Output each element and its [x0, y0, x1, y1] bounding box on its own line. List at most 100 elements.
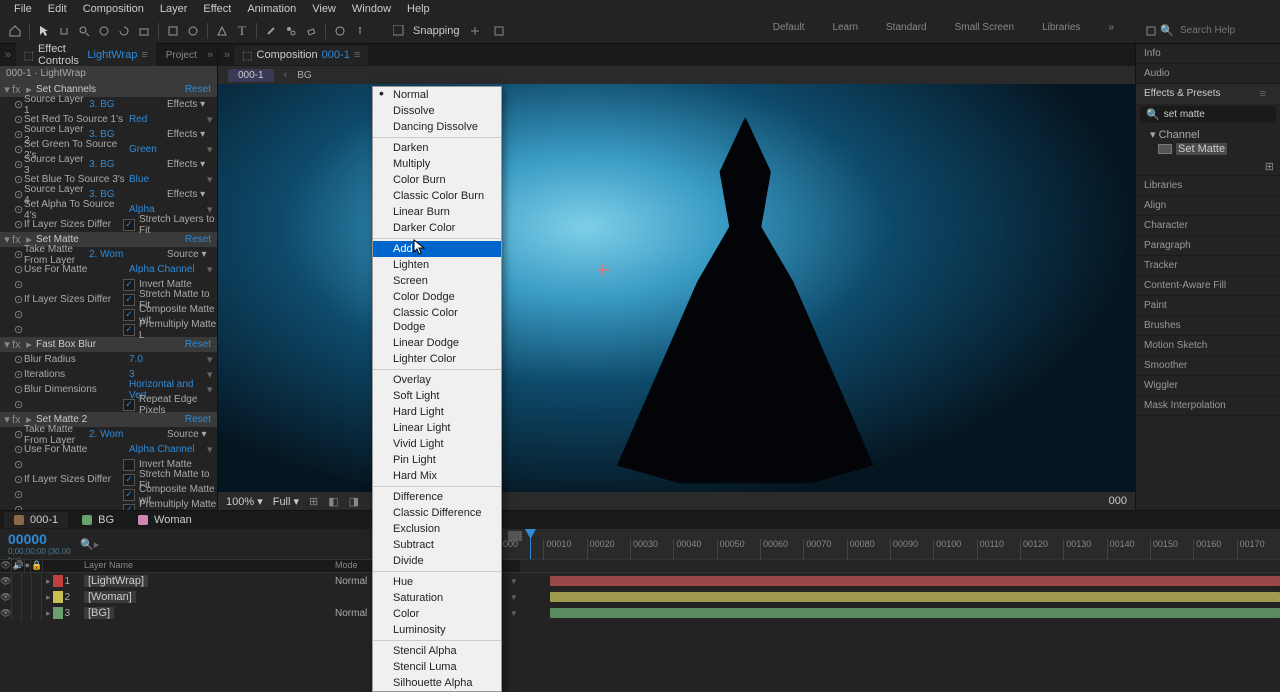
- panel-overflow-icon[interactable]: »: [2, 49, 14, 61]
- anchor-point-icon[interactable]: [597, 264, 609, 276]
- panel-paragraph[interactable]: Paragraph: [1136, 236, 1280, 255]
- stopwatch-icon[interactable]: ⊙: [14, 158, 24, 171]
- reset-link[interactable]: Reset: [185, 84, 217, 95]
- prop-value[interactable]: Blue: [129, 174, 207, 185]
- dropdown-icon[interactable]: ▾: [207, 263, 217, 276]
- checkbox[interactable]: [123, 459, 135, 471]
- layer-color-swatch[interactable]: [53, 591, 63, 603]
- blend-dissolve[interactable]: Dissolve: [373, 103, 501, 119]
- blend-exclusion[interactable]: Exclusion: [373, 521, 501, 537]
- pen-tool-icon[interactable]: [213, 22, 231, 40]
- prop-dd[interactable]: Effects ▾: [167, 99, 217, 110]
- prop-value[interactable]: Alpha Channel: [129, 444, 207, 455]
- blend-linear-dodge[interactable]: Linear Dodge: [373, 335, 501, 351]
- blend-add[interactable]: Add: [373, 241, 501, 257]
- checkbox[interactable]: [123, 489, 135, 501]
- stopwatch-icon[interactable]: ⊙: [14, 398, 24, 411]
- layer-track[interactable]: [520, 575, 1280, 587]
- composition-viewer[interactable]: [218, 84, 1135, 492]
- layer-track[interactable]: [520, 607, 1280, 619]
- hand-tool-icon[interactable]: [55, 22, 73, 40]
- home-icon[interactable]: [6, 22, 24, 40]
- audio-toggle[interactable]: [12, 589, 22, 605]
- tab-menu-icon[interactable]: ≡: [141, 49, 147, 61]
- checkbox[interactable]: [123, 309, 135, 321]
- prop-dd[interactable]: Effects ▾: [167, 159, 217, 170]
- lock-toggle[interactable]: [32, 589, 42, 605]
- panel-paint[interactable]: Paint: [1136, 296, 1280, 315]
- panel-motion-sketch[interactable]: Motion Sketch: [1136, 336, 1280, 355]
- blend-darker-color[interactable]: Darker Color: [373, 220, 501, 236]
- search-help-input[interactable]: [1180, 25, 1270, 36]
- layer-mode-dropdown[interactable]: Normal: [335, 608, 375, 619]
- blend-color[interactable]: Color: [373, 606, 501, 622]
- col-mode[interactable]: Mode: [335, 560, 375, 572]
- stopwatch-icon[interactable]: ⊙: [14, 368, 24, 381]
- menu-file[interactable]: File: [6, 1, 40, 17]
- twirl-icon[interactable]: ▾: [2, 233, 12, 246]
- dropdown-icon[interactable]: ▾: [207, 353, 217, 366]
- stopwatch-icon[interactable]: ⊙: [14, 263, 24, 276]
- menu-animation[interactable]: Animation: [239, 1, 304, 17]
- audio-toggle[interactable]: [12, 573, 22, 589]
- ep-fav-icon[interactable]: ⊞: [1265, 160, 1274, 173]
- panel-smoother[interactable]: Smoother: [1136, 356, 1280, 375]
- viewer-icon-3[interactable]: ◨: [349, 495, 359, 508]
- blend-normal[interactable]: Normal: [373, 87, 501, 103]
- checkbox[interactable]: [123, 504, 135, 511]
- blend-linear-burn[interactable]: Linear Burn: [373, 204, 501, 220]
- resolution-dropdown[interactable]: Full ▾: [273, 495, 299, 508]
- blend-classic-difference[interactable]: Classic Difference: [373, 505, 501, 521]
- checkbox[interactable]: [123, 294, 135, 306]
- solo-toggle[interactable]: [22, 589, 32, 605]
- project-tab[interactable]: Project: [158, 47, 205, 64]
- stopwatch-icon[interactable]: ⊙: [14, 218, 24, 231]
- stopwatch-icon[interactable]: ⊙: [14, 203, 24, 216]
- prop-dd[interactable]: Source ▾: [167, 429, 217, 440]
- blend-classic-color-burn[interactable]: Classic Color Burn: [373, 188, 501, 204]
- menu-composition[interactable]: Composition: [75, 1, 152, 17]
- snapping-checkbox[interactable]: [389, 22, 407, 40]
- twirl-icon[interactable]: ▾: [2, 83, 12, 96]
- layer-twirl-icon[interactable]: ▸: [46, 576, 51, 587]
- fx-enable-icon[interactable]: fx: [12, 414, 24, 426]
- blend-multiply[interactable]: Multiply: [373, 156, 501, 172]
- tl-search-icon[interactable]: 🔍▸: [80, 538, 99, 551]
- twirl-icon[interactable]: ▾: [2, 338, 12, 351]
- stopwatch-icon[interactable]: ⊙: [14, 98, 24, 111]
- viewer-icon-2[interactable]: ◧: [328, 495, 338, 508]
- blend-divide[interactable]: Divide: [373, 553, 501, 569]
- menu-window[interactable]: Window: [344, 1, 399, 17]
- blend-silhouette-alpha[interactable]: Silhouette Alpha: [373, 675, 501, 691]
- layer-name[interactable]: [BG]: [84, 607, 114, 619]
- camera-tool-icon[interactable]: [135, 22, 153, 40]
- eraser-tool-icon[interactable]: [302, 22, 320, 40]
- panel-content-aware-fill[interactable]: Content-Aware Fill: [1136, 276, 1280, 295]
- stopwatch-icon[interactable]: ⊙: [14, 188, 24, 201]
- solo-toggle[interactable]: [22, 605, 32, 621]
- layer-name[interactable]: [LightWrap]: [84, 575, 148, 587]
- prop-dd[interactable]: Source ▾: [167, 249, 217, 260]
- timeline-ruler[interactable]: 0000001000020000300004000050000600007000…: [500, 529, 1280, 559]
- stopwatch-icon[interactable]: ⊙: [14, 143, 24, 156]
- stopwatch-icon[interactable]: ⊙: [14, 308, 24, 321]
- menu-effect[interactable]: Effect: [195, 1, 239, 17]
- blend-darken[interactable]: Darken: [373, 140, 501, 156]
- stopwatch-icon[interactable]: ⊙: [14, 113, 24, 126]
- panel-mask-interpolation[interactable]: Mask Interpolation: [1136, 396, 1280, 415]
- blend-vivid-light[interactable]: Vivid Light: [373, 436, 501, 452]
- reset-link[interactable]: Reset: [185, 339, 217, 350]
- stopwatch-icon[interactable]: ⊙: [14, 248, 24, 261]
- menu-help[interactable]: Help: [399, 1, 438, 17]
- blend-soft-light[interactable]: Soft Light: [373, 388, 501, 404]
- prop-value[interactable]: 3. BG: [89, 99, 167, 110]
- audio-toggle[interactable]: [12, 605, 22, 621]
- brush-tool-icon[interactable]: [262, 22, 280, 40]
- prop-value[interactable]: 2. Wom: [89, 429, 167, 440]
- reset-link[interactable]: Reset: [185, 414, 217, 425]
- checkbox[interactable]: [123, 219, 135, 231]
- menu-layer[interactable]: Layer: [152, 1, 196, 17]
- ep-item-set-matte[interactable]: Set Matte: [1142, 142, 1274, 156]
- composition-tab[interactable]: ⬚ Composition 000-1 ≡: [234, 46, 368, 65]
- playhead[interactable]: [530, 529, 531, 559]
